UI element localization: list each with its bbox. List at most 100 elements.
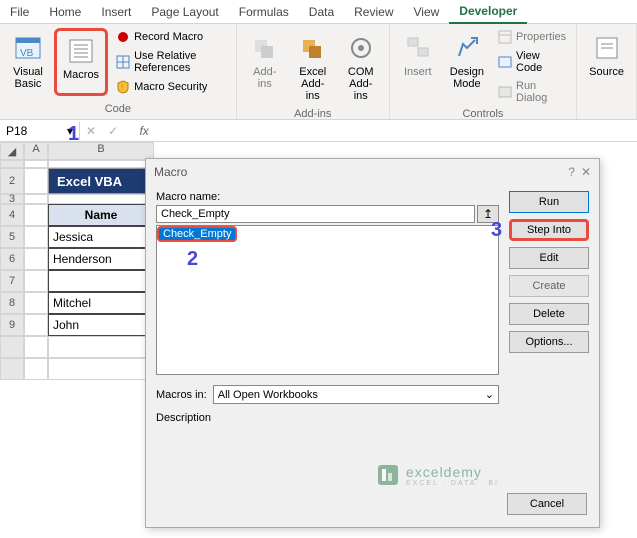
select-all-corner[interactable]: ◢: [0, 142, 24, 160]
help-icon[interactable]: ?: [568, 165, 575, 179]
annotation-3: 3: [491, 219, 502, 242]
tab-formulas[interactable]: Formulas: [229, 1, 299, 23]
insert-control-button[interactable]: Insert: [396, 28, 440, 106]
formula-cancel-icon[interactable]: ✕: [80, 124, 102, 138]
run-dialog-label: Run Dialog: [516, 80, 566, 104]
step-into-button[interactable]: Step Into: [509, 219, 589, 241]
tab-data[interactable]: Data: [299, 1, 344, 23]
properties-button[interactable]: Properties: [494, 28, 570, 46]
tab-review[interactable]: Review: [344, 1, 403, 23]
com-addins-button[interactable]: COM Add-ins: [339, 28, 383, 106]
cell-b9[interactable]: John: [48, 314, 154, 336]
addins-button[interactable]: Add- ins: [243, 28, 287, 106]
tab-page-layout[interactable]: Page Layout: [141, 1, 228, 23]
tab-developer[interactable]: Developer: [449, 0, 527, 24]
macro-security-button[interactable]: ! Macro Security: [112, 78, 230, 96]
cell-a6[interactable]: [24, 248, 48, 270]
name-box-value: P18: [6, 124, 27, 138]
row-header-4[interactable]: 4: [0, 204, 24, 226]
macros-in-value: All Open Workbooks: [218, 389, 318, 401]
options-button[interactable]: Options...: [509, 331, 589, 353]
cell-a10[interactable]: [24, 336, 48, 358]
dialog-titlebar[interactable]: Macro ? ✕: [146, 159, 599, 185]
run-button[interactable]: Run: [509, 191, 589, 213]
row-header-9[interactable]: 9: [0, 314, 24, 336]
close-icon[interactable]: ✕: [581, 165, 591, 179]
run-dialog-button[interactable]: Run Dialog: [494, 78, 570, 106]
cell-a4[interactable]: [24, 204, 48, 226]
com-addins-label: COM Add-ins: [345, 66, 377, 102]
visual-basic-button[interactable]: VB Visual Basic: [6, 28, 50, 96]
cell-b1[interactable]: [48, 160, 154, 168]
cell-a2[interactable]: [24, 168, 48, 194]
cell-b6[interactable]: Henderson: [48, 248, 154, 270]
use-relative-button[interactable]: Use Relative References: [112, 48, 230, 76]
source-button[interactable]: Source: [583, 28, 630, 82]
visual-basic-label: Visual Basic: [13, 66, 43, 90]
cell-b11[interactable]: [48, 358, 154, 380]
macros-button[interactable]: Macros: [54, 28, 108, 96]
excel-addins-label: Excel Add-ins: [297, 66, 329, 102]
row-header-10[interactable]: [0, 336, 24, 358]
macro-dialog: Macro ? ✕ Macro name: ↥ Check_Empty 2 Ma…: [145, 158, 600, 528]
ribbon-tabs: File Home Insert Page Layout Formulas Da…: [0, 0, 637, 24]
row-header-2[interactable]: 2: [0, 168, 24, 194]
svg-text:VB: VB: [20, 48, 34, 59]
cell-a9[interactable]: [24, 314, 48, 336]
cell-b7[interactable]: [48, 270, 154, 292]
edit-button[interactable]: Edit: [509, 247, 589, 269]
view-code-button[interactable]: View Code: [494, 48, 570, 76]
macro-name-input[interactable]: [156, 205, 475, 223]
shield-icon: !: [116, 80, 130, 94]
create-button[interactable]: Create: [509, 275, 589, 297]
cell-a11[interactable]: [24, 358, 48, 380]
macros-in-select[interactable]: All Open Workbooks ⌄: [213, 385, 499, 404]
excel-addins-button[interactable]: Excel Add-ins: [291, 28, 335, 106]
design-mode-button[interactable]: Design Mode: [444, 28, 490, 106]
use-relative-label: Use Relative References: [134, 50, 226, 74]
cell-a7[interactable]: [24, 270, 48, 292]
record-macro-button[interactable]: Record Macro: [112, 28, 230, 46]
tab-file[interactable]: File: [0, 1, 39, 23]
cell-a1[interactable]: [24, 160, 48, 168]
row-header-1[interactable]: [0, 160, 24, 168]
row-header-6[interactable]: 6: [0, 248, 24, 270]
macros-icon: [65, 35, 97, 67]
macro-list[interactable]: Check_Empty 2: [156, 225, 499, 375]
watermark-main: exceldemy: [406, 464, 499, 480]
cell-b8[interactable]: Mitchel: [48, 292, 154, 314]
macro-name-label: Macro name:: [156, 191, 499, 203]
tab-insert[interactable]: Insert: [91, 1, 141, 23]
row-header-11[interactable]: [0, 358, 24, 380]
macros-label: Macros: [63, 69, 99, 81]
design-mode-label: Design Mode: [450, 66, 484, 90]
tab-home[interactable]: Home: [39, 1, 91, 23]
tab-view[interactable]: View: [404, 1, 450, 23]
view-code-label: View Code: [516, 50, 566, 74]
cell-a8[interactable]: [24, 292, 48, 314]
com-addins-icon: [345, 32, 377, 64]
cell-b10[interactable]: [48, 336, 154, 358]
row-header-3[interactable]: 3: [0, 194, 24, 204]
cell-b5[interactable]: Jessica: [48, 226, 154, 248]
cell-a5[interactable]: [24, 226, 48, 248]
fx-icon[interactable]: fx: [124, 124, 164, 138]
col-header-b[interactable]: B: [48, 142, 154, 160]
title-cell[interactable]: Excel VBA: [48, 168, 154, 194]
cell-b3[interactable]: [48, 194, 154, 204]
formula-check-icon[interactable]: ✓: [102, 124, 124, 138]
header-name[interactable]: Name: [48, 204, 154, 226]
cell-a3[interactable]: [24, 194, 48, 204]
source-icon: [591, 32, 623, 64]
delete-button[interactable]: Delete: [509, 303, 589, 325]
row-header-7[interactable]: 7: [0, 270, 24, 292]
cancel-button[interactable]: Cancel: [507, 493, 587, 515]
col-header-a[interactable]: A: [24, 142, 48, 160]
formula-bar: P18 ▾ ✕ ✓ fx: [0, 120, 637, 142]
macro-list-item[interactable]: Check_Empty: [157, 226, 237, 242]
row-header-8[interactable]: 8: [0, 292, 24, 314]
svg-text:!: !: [121, 83, 123, 92]
row-header-5[interactable]: 5: [0, 226, 24, 248]
group-title-addins: Add-ins: [243, 106, 383, 120]
watermark-icon: [376, 463, 400, 487]
